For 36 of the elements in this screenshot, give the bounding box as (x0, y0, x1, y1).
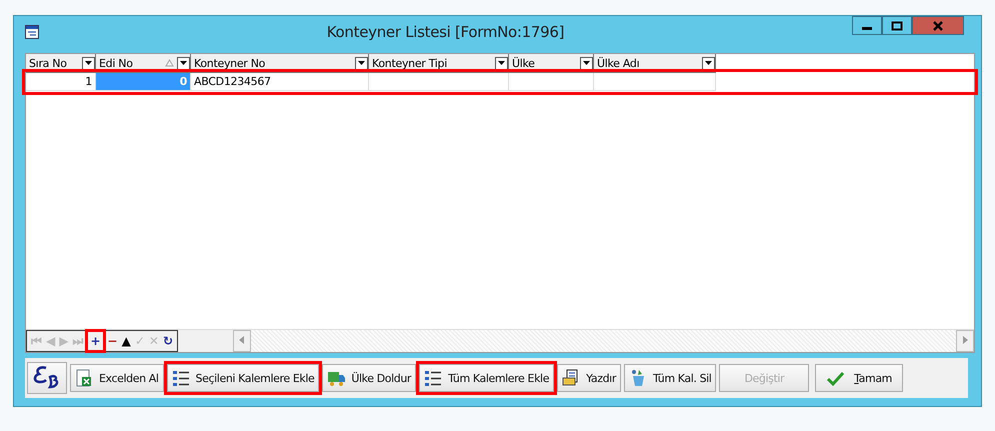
toolbar-button[interactable]: Seçileni Kalemlere Ekle (166, 364, 320, 392)
window-title: Konteyner Listesi [FormNo:1796] (326, 22, 566, 40)
navigator-button[interactable]: + (88, 332, 103, 350)
dropdown-icon[interactable] (177, 56, 190, 70)
navigator-button[interactable]: − (106, 332, 120, 350)
check-icon (826, 369, 844, 387)
ok-button[interactable]: Tamam (815, 364, 903, 392)
minimize-icon (862, 27, 872, 30)
minimize-button[interactable] (852, 16, 882, 35)
navigator-button[interactable]: ↻ (160, 332, 176, 350)
close-icon (932, 20, 944, 30)
form-icon (25, 24, 39, 38)
maximize-icon (891, 20, 903, 30)
dropdown-icon[interactable] (495, 56, 508, 70)
right-arrow-icon (962, 336, 968, 344)
navigator-button[interactable]: ▲ (120, 332, 133, 350)
toolbar-button[interactable]: Excelden Al (70, 364, 164, 392)
dropdown-icon[interactable] (82, 56, 95, 70)
toolbar-button[interactable]: Yazdır (557, 364, 621, 392)
toolbar-button[interactable]: Tüm Kalemlere Ekle (419, 364, 554, 392)
toolbar-button[interactable]: Tüm Kal. Sil (624, 364, 716, 392)
printer-icon (562, 369, 580, 387)
list-icon (172, 369, 190, 387)
toolbar-button[interactable]: Ülke Doldur (322, 364, 416, 392)
truck-icon (327, 369, 346, 387)
left-arrow-icon (239, 336, 246, 344)
close-button[interactable] (912, 16, 964, 35)
dropdown-icon[interactable] (702, 56, 715, 70)
table-cell: 0 (96, 73, 191, 91)
table-cell: ABCD1234567 (191, 73, 369, 91)
dropdown-icon[interactable] (355, 56, 368, 70)
list-icon (424, 369, 442, 387)
logo-button[interactable] (27, 362, 67, 394)
excel-file-icon (75, 369, 93, 387)
maximize-button[interactable] (882, 16, 912, 35)
dropdown-icon[interactable] (580, 56, 593, 70)
